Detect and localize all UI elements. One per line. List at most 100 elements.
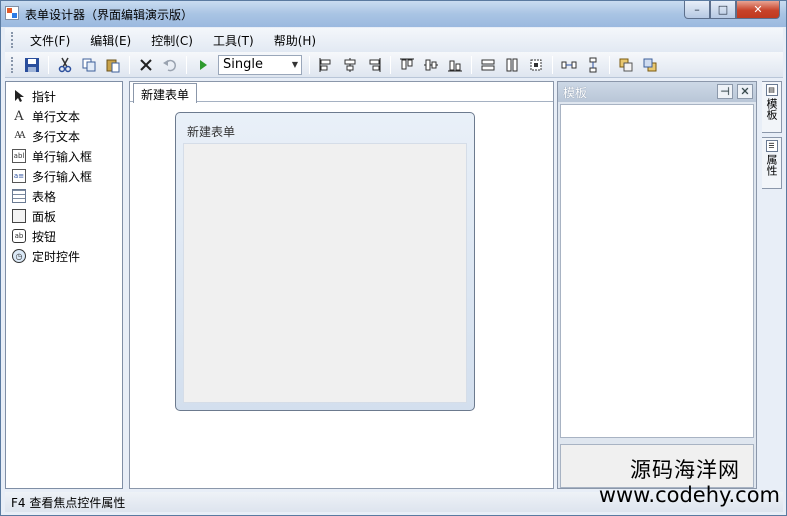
template-icon: ▤ [765,84,778,96]
menu-bar: 文件(F) 编辑(E) 控制(C) 工具(T) 帮助(H) [5,28,783,52]
toolbar-separator [471,55,472,74]
app-icon [5,6,19,20]
watermark-url: www.codehy.com [598,483,780,507]
send-to-back-icon[interactable] [639,54,661,76]
label-icon: A [14,108,24,124]
mode-select[interactable]: Single ▼ [218,54,302,75]
side-tab-properties[interactable]: ☰ 属性 [762,137,782,189]
app-window: 表单设计器（界面编辑演示版） – □ ✕ 文件(F) 编辑(E) 控制(C) 工… [0,0,787,516]
form-client-area[interactable] [183,143,467,403]
same-height-icon[interactable] [501,54,523,76]
watermark-name: 源码海洋网 [630,458,740,482]
toolbox-panel: 指针 A 单行文本 AA 多行文本 abl 单行输入框 a≡ 多行输入框 表格 … [5,81,123,489]
button-icon: ab [12,229,26,243]
align-bottom-icon[interactable] [444,54,466,76]
undo-icon[interactable] [159,54,181,76]
toolbox-item-pointer[interactable]: 指针 [6,86,122,106]
pointer-icon [12,89,26,103]
table-icon [12,189,26,203]
toolbar-separator [309,55,310,74]
toolbar-separator [609,55,610,74]
toolbox-item-label: 单行输入框 [32,149,93,164]
multiline-textbox-icon: a≡ [12,169,26,183]
align-top-icon[interactable] [396,54,418,76]
window-controls: – □ ✕ [684,1,780,19]
save-icon[interactable] [21,54,43,76]
form-title: 新建表单 [187,125,236,139]
run-icon[interactable] [192,54,214,76]
timer-icon: ◷ [12,249,26,263]
template-panel-title: 模板 [563,85,588,100]
status-text: F4 查看焦点控件属性 [11,495,126,510]
toolbox-item-label: 指针 [32,89,57,104]
tab-new-form[interactable]: 新建表单 [133,83,198,103]
close-button[interactable]: ✕ [736,1,780,19]
toolbox-item-multiline-label[interactable]: AA 多行文本 [6,126,122,146]
copy-icon[interactable] [78,54,100,76]
toolbar-separator [552,55,553,74]
template-panel: 模板 ⊣ ✕ [557,81,757,489]
toolbox-item-label[interactable]: A 单行文本 [6,106,122,126]
delete-icon[interactable] [135,54,157,76]
menu-file[interactable]: 文件(F) [20,32,80,49]
title-bar[interactable]: 表单设计器（界面编辑演示版） – □ ✕ [1,1,786,27]
side-tab-label: 模板 [765,98,778,120]
toolbar-separator [186,55,187,74]
toolbox-item-label: 单行文本 [32,109,81,124]
multiline-label-icon: AA [14,131,26,141]
menu-grip[interactable] [11,32,14,48]
align-right-icon[interactable] [363,54,385,76]
template-panel-controls: ⊣ ✕ [713,84,753,99]
properties-icon: ☰ [765,140,778,152]
toolbox-item-button[interactable]: ab 按钮 [6,226,122,246]
cut-icon[interactable] [54,54,76,76]
toolbox-item-label: 面板 [32,209,57,224]
same-size-icon[interactable] [525,54,547,76]
side-tab-label: 属性 [765,154,778,176]
toolbar-separator [48,55,49,74]
menu-control[interactable]: 控制(C) [141,32,203,49]
mode-select-value: Single [223,57,263,72]
vertical-spacing-icon[interactable] [582,54,604,76]
align-middle-icon[interactable] [420,54,442,76]
toolbar-grip[interactable] [11,56,14,73]
align-center-icon[interactable] [339,54,361,76]
template-list[interactable] [560,104,754,438]
side-tab-template[interactable]: ▤ 模板 [762,81,782,133]
side-tab-strip: ▤ 模板 ☰ 属性 [761,81,783,489]
designer-form[interactable]: 新建表单 [175,112,475,411]
document-tab-strip: 新建表单 [130,82,553,103]
toolbar-separator [390,55,391,74]
panel-icon [12,209,26,223]
bring-to-front-icon[interactable] [615,54,637,76]
toolbar-separator [129,55,130,74]
menu-help[interactable]: 帮助(H) [264,32,326,49]
toolbox-item-label: 多行输入框 [32,169,93,184]
watermark: 源码海洋网 www.codehy.com [599,457,780,507]
align-left-icon[interactable] [315,54,337,76]
maximize-button[interactable]: □ [710,1,736,19]
template-panel-header: 模板 ⊣ ✕ [558,82,756,102]
toolbox-item-table[interactable]: 表格 [6,186,122,206]
document-area: 新建表单 新建表单 [129,81,554,489]
close-icon[interactable]: ✕ [737,84,753,99]
toolbox-item-label: 表格 [32,189,57,204]
minimize-button[interactable]: – [684,1,710,19]
textbox-icon: abl [12,149,26,163]
pin-icon[interactable]: ⊣ [717,84,733,99]
toolbox-item-textbox[interactable]: abl 单行输入框 [6,146,122,166]
toolbox-item-label: 多行文本 [32,129,81,144]
paste-icon[interactable] [102,54,124,76]
horizontal-spacing-icon[interactable] [558,54,580,76]
same-width-icon[interactable] [477,54,499,76]
menu-edit[interactable]: 编辑(E) [80,32,141,49]
window-title: 表单设计器（界面编辑演示版） [25,8,194,22]
chevron-down-icon: ▼ [291,60,298,69]
toolbox-item-label: 定时控件 [32,249,81,264]
toolbar: Single ▼ [5,52,783,78]
menu-tools[interactable]: 工具(T) [203,32,264,49]
toolbox-item-label: 按钮 [32,229,57,244]
toolbox-item-timer[interactable]: ◷ 定时控件 [6,246,122,266]
toolbox-item-panel[interactable]: 面板 [6,206,122,226]
toolbox-item-multiline-textbox[interactable]: a≡ 多行输入框 [6,166,122,186]
